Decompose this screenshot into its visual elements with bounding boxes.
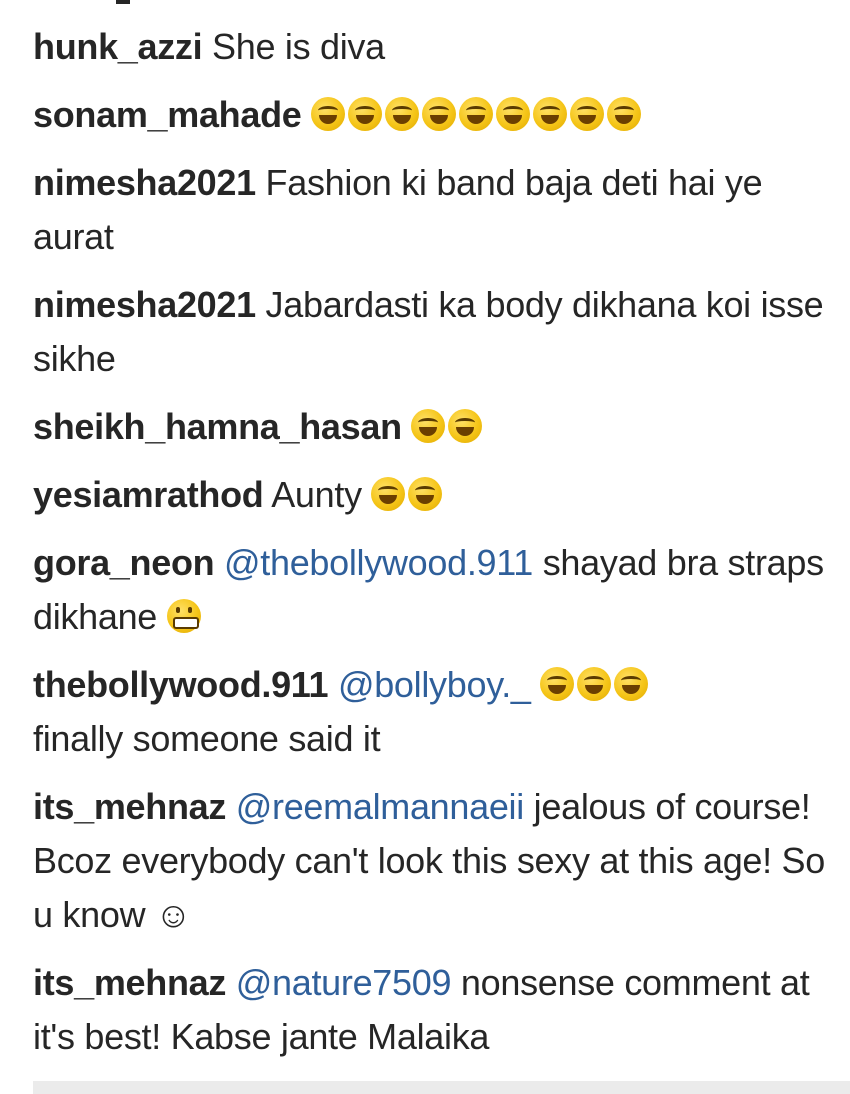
- comment-item: its_mehnaz @nature7509 nonsense comment …: [33, 956, 833, 1064]
- face-with-tears-of-joy-icon: [311, 97, 346, 131]
- comment-item: sheikh_hamna_hasan: [33, 400, 833, 454]
- comment-mention-link[interactable]: @reemalmannaeii: [236, 786, 524, 827]
- comment-item: nimesha2021 Fashion ki band baja deti ha…: [33, 156, 833, 264]
- face-with-tears-of-joy-icon: [607, 97, 642, 131]
- face-with-tears-of-joy-icon: [408, 477, 443, 511]
- grimacing-face-icon: [166, 599, 201, 633]
- comment-item: gora_neon @thebollywood.911 shayad bra s…: [33, 536, 833, 644]
- comment-username-link[interactable]: hunk_azzi: [33, 26, 203, 67]
- face-with-tears-of-joy-icon: [348, 97, 383, 131]
- comment-username-link[interactable]: sheikh_hamna_hasan: [33, 406, 402, 447]
- face-with-tears-of-joy-icon: [411, 409, 446, 443]
- face-with-tears-of-joy-icon: [422, 97, 457, 131]
- comment-username-link[interactable]: thebollywood.911: [33, 664, 329, 705]
- comment-item: nimesha2021 Jabardasti ka body dikhana k…: [33, 278, 833, 386]
- comment-list: hunk_azzi She is diva sonam_mahade nimesh…: [33, 20, 833, 1078]
- comment-item: hunk_azzi She is diva: [33, 20, 833, 74]
- comment-text: finally someone said it: [33, 718, 381, 759]
- face-with-tears-of-joy-icon: [577, 667, 612, 701]
- comment-username-link[interactable]: gora_neon: [33, 542, 215, 583]
- face-with-tears-of-joy-icon: [371, 477, 406, 511]
- comment-item: its_mehnaz @reemalmannaeii jealous of co…: [33, 780, 833, 942]
- clipped-text-fragment: [116, 0, 130, 4]
- comment-username-link[interactable]: its_mehnaz: [33, 962, 226, 1003]
- comment-item: sonam_mahade: [33, 88, 833, 142]
- face-with-tears-of-joy-icon: [533, 97, 568, 131]
- comment-username-link[interactable]: sonam_mahade: [33, 94, 302, 135]
- comment-mention-link[interactable]: @thebollywood.911: [224, 542, 533, 583]
- comment-item: thebollywood.911 @bollyboy._ finally som…: [33, 658, 833, 766]
- comment-mention-link[interactable]: @bollyboy._: [338, 664, 531, 705]
- comment-text: Aunty: [271, 474, 362, 515]
- comment-username-link[interactable]: nimesha2021: [33, 284, 256, 325]
- face-with-tears-of-joy-icon: [385, 97, 420, 131]
- comment-text: She is diva: [212, 26, 385, 67]
- face-with-tears-of-joy-icon: [496, 97, 531, 131]
- comment-username-link[interactable]: nimesha2021: [33, 162, 256, 203]
- comment-item: yesiamrathod Aunty: [33, 468, 833, 522]
- comment-username-link[interactable]: yesiamrathod: [33, 474, 264, 515]
- comment-username-link[interactable]: its_mehnaz: [33, 786, 226, 827]
- comment-mention-link[interactable]: @nature7509: [236, 962, 452, 1003]
- bottom-divider: [33, 1081, 850, 1094]
- face-with-tears-of-joy-icon: [448, 409, 483, 443]
- face-with-tears-of-joy-icon: [570, 97, 605, 131]
- face-with-tears-of-joy-icon: [540, 667, 575, 701]
- face-with-tears-of-joy-icon: [614, 667, 649, 701]
- face-with-tears-of-joy-icon: [459, 97, 494, 131]
